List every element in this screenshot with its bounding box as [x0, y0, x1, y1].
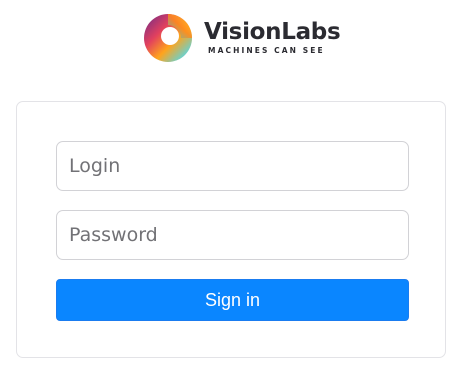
brand-wordmark: VisionLabs MACHINES CAN SEE	[204, 19, 341, 56]
brand-logo: VisionLabs MACHINES CAN SEE	[143, 13, 341, 63]
brand-tagline: MACHINES CAN SEE	[208, 46, 325, 55]
visionlabs-ring-logo-icon	[143, 13, 193, 63]
sign-in-button[interactable]: Sign in	[56, 279, 409, 321]
password-input[interactable]	[56, 210, 409, 260]
login-input[interactable]	[56, 141, 409, 191]
brand-name: VisionLabs	[204, 19, 341, 45]
login-card: Sign in	[16, 101, 446, 358]
